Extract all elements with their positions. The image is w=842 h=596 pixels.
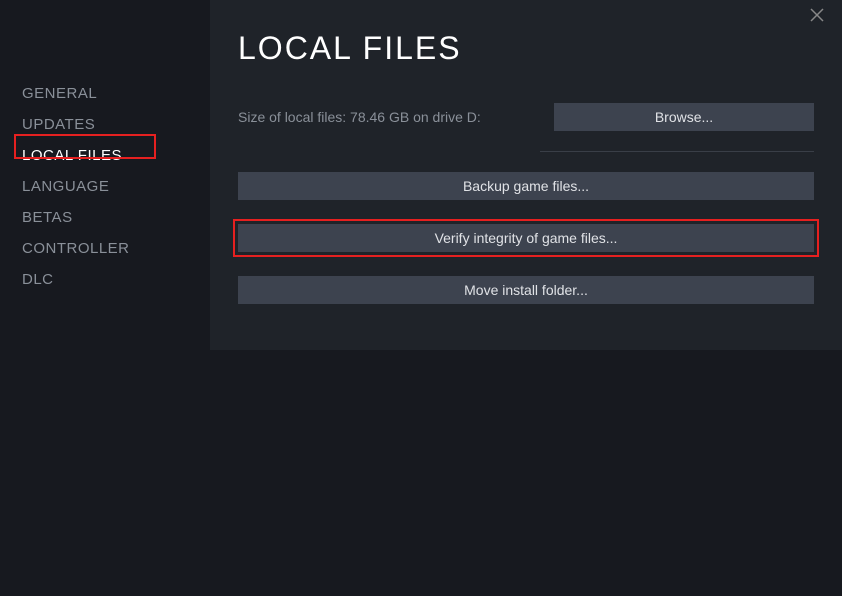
sidebar: GENERAL UPDATES LOCAL FILES LANGUAGE BET… xyxy=(0,0,210,596)
verify-button[interactable]: Verify integrity of game files... xyxy=(238,224,814,252)
backup-button[interactable]: Backup game files... xyxy=(238,172,814,200)
content-panel: LOCAL FILES Size of local files: 78.46 G… xyxy=(210,0,842,350)
sidebar-item-language[interactable]: LANGUAGE xyxy=(0,171,210,202)
sidebar-item-local-files[interactable]: LOCAL FILES xyxy=(0,140,210,171)
move-button[interactable]: Move install folder... xyxy=(238,276,814,304)
sidebar-item-general[interactable]: GENERAL xyxy=(0,78,210,109)
size-row: Size of local files: 78.46 GB on drive D… xyxy=(210,67,842,131)
size-text: Size of local files: 78.46 GB on drive D… xyxy=(238,109,554,125)
sidebar-item-dlc[interactable]: DLC xyxy=(0,264,210,295)
action-buttons: Backup game files... Verify integrity of… xyxy=(210,152,842,304)
sidebar-item-updates[interactable]: UPDATES xyxy=(0,109,210,140)
page-title: LOCAL FILES xyxy=(210,0,842,67)
browse-button[interactable]: Browse... xyxy=(554,103,814,131)
sidebar-item-betas[interactable]: BETAS xyxy=(0,202,210,233)
sidebar-item-controller[interactable]: CONTROLLER xyxy=(0,233,210,264)
verify-wrap: Verify integrity of game files... xyxy=(238,224,814,252)
close-icon[interactable] xyxy=(810,8,824,22)
